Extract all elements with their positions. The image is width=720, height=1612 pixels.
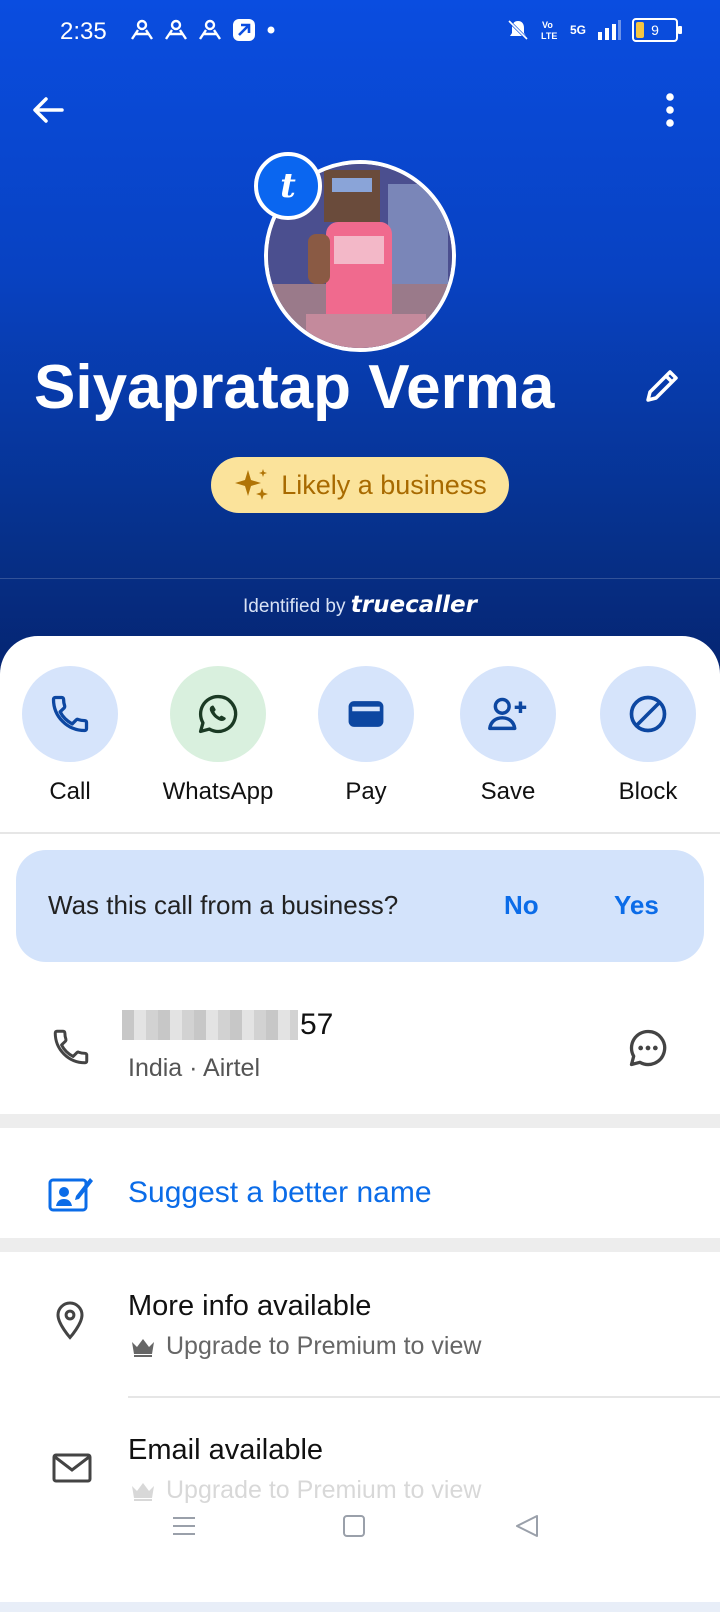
edit-pencil-icon[interactable]: [640, 364, 684, 408]
battery-icon: 9: [632, 18, 682, 42]
answer-yes-button[interactable]: Yes: [614, 890, 659, 921]
crown-icon: [132, 1338, 154, 1357]
mail-icon: [52, 1453, 92, 1483]
phone-icon: [51, 695, 89, 733]
call-label: Call: [49, 778, 91, 805]
block-action-circle: [600, 666, 696, 762]
recents-menu-icon[interactable]: [172, 1514, 196, 1538]
suggest-better-name-link: Suggest a better name: [128, 1176, 432, 1209]
phone-icon: [53, 1029, 89, 1065]
more-vert-icon[interactable]: [660, 92, 680, 128]
business-question-card: Was this call from a business? No Yes: [16, 850, 704, 962]
business-question-text: Was this call from a business?: [48, 890, 399, 920]
row-divider: [128, 1396, 720, 1398]
call-action-circle: [22, 666, 118, 762]
more-info-upgrade-text: Upgrade to Premium to view: [166, 1332, 482, 1360]
truecaller-logo: truecaller: [350, 592, 477, 618]
section-gap: [0, 1238, 720, 1252]
message-icon[interactable]: [626, 1026, 670, 1070]
business-badge[interactable]: Likely a business: [211, 457, 509, 513]
status-time: 2:35: [60, 18, 107, 45]
whatsapp-label: WhatsApp: [162, 778, 274, 805]
header-divider: [0, 578, 720, 579]
app-notification-icon: [233, 19, 255, 41]
back-triangle-icon[interactable]: [514, 1514, 540, 1538]
redacted-digits: [122, 1010, 298, 1040]
add-person-icon: [488, 697, 527, 731]
network-label: 5G: [569, 23, 586, 37]
svg-text:LTE: LTE: [541, 31, 557, 41]
sparkle-icon: [235, 469, 269, 500]
mute-icon: [507, 19, 529, 41]
profile-header: 2:35 Vo LTE 5G 9 t Siyapratap Verma Like…: [0, 0, 720, 680]
notification-icon: [131, 19, 153, 40]
identified-prefix: Identified by: [243, 596, 346, 617]
save-action-circle: [460, 666, 556, 762]
more-info-row[interactable]: More info available Upgrade to Premium t…: [0, 1276, 720, 1376]
identified-by: Identified by truecaller: [0, 592, 720, 618]
pay-button[interactable]: Pay: [306, 666, 426, 806]
phone-number-suffix: 57: [300, 1008, 334, 1041]
actions-divider: [0, 832, 720, 834]
truecaller-badge: t: [254, 152, 322, 220]
save-button[interactable]: Save: [448, 666, 568, 806]
save-label: Save: [480, 778, 536, 805]
more-info-title: More info available: [128, 1290, 372, 1322]
whatsapp-icon: [198, 694, 238, 734]
answer-no-button[interactable]: No: [504, 890, 539, 921]
signal-icon: [598, 20, 621, 40]
section-gap: [0, 1114, 720, 1128]
business-badge-label: Likely a business: [281, 469, 487, 500]
suggest-name-row[interactable]: Suggest a better name: [0, 1144, 720, 1244]
email-title: Email available: [128, 1434, 324, 1466]
contact-avatar[interactable]: t: [254, 152, 456, 352]
volte-icon: VoLTE: [541, 20, 557, 41]
whatsapp-button[interactable]: WhatsApp: [158, 666, 278, 806]
notification-icon: [199, 19, 221, 40]
dot-icon: [267, 26, 275, 34]
action-row: Call WhatsApp Pay Save Block: [0, 666, 720, 816]
pay-label: Pay: [345, 778, 387, 805]
notification-icons: [130, 18, 276, 42]
call-button[interactable]: Call: [10, 666, 130, 806]
phone-number: 57: [122, 1008, 333, 1042]
system-nav-bar: [0, 1492, 720, 1612]
phone-number-row[interactable]: 57 India · Airtel: [0, 996, 720, 1106]
bottom-edge: [0, 1602, 720, 1612]
svg-text:Vo: Vo: [542, 20, 553, 30]
wallet-icon: [348, 701, 384, 727]
details-sheet: Call WhatsApp Pay Save Block Was this ca…: [0, 636, 720, 1612]
back-arrow-icon[interactable]: [30, 92, 66, 128]
system-icons: Vo LTE 5G 9: [506, 18, 682, 42]
battery-level: 9: [651, 22, 659, 38]
more-info-subtitle: Upgrade to Premium to view: [130, 1332, 481, 1361]
block-icon: [629, 695, 667, 733]
name-row: Siyapratap Verma: [0, 352, 720, 432]
home-square-icon[interactable]: [342, 1514, 366, 1538]
status-bar: 2:35 Vo LTE 5G 9: [0, 0, 720, 64]
contact-name: Siyapratap Verma: [34, 353, 555, 422]
edit-contact-icon: [48, 1178, 93, 1212]
whatsapp-action-circle: [170, 666, 266, 762]
pay-action-circle: [318, 666, 414, 762]
block-button[interactable]: Block: [588, 666, 708, 806]
location-pin-icon: [56, 1301, 84, 1340]
phone-location-carrier: India · Airtel: [128, 1054, 261, 1082]
block-label: Block: [618, 778, 678, 805]
notification-icon: [165, 19, 187, 40]
